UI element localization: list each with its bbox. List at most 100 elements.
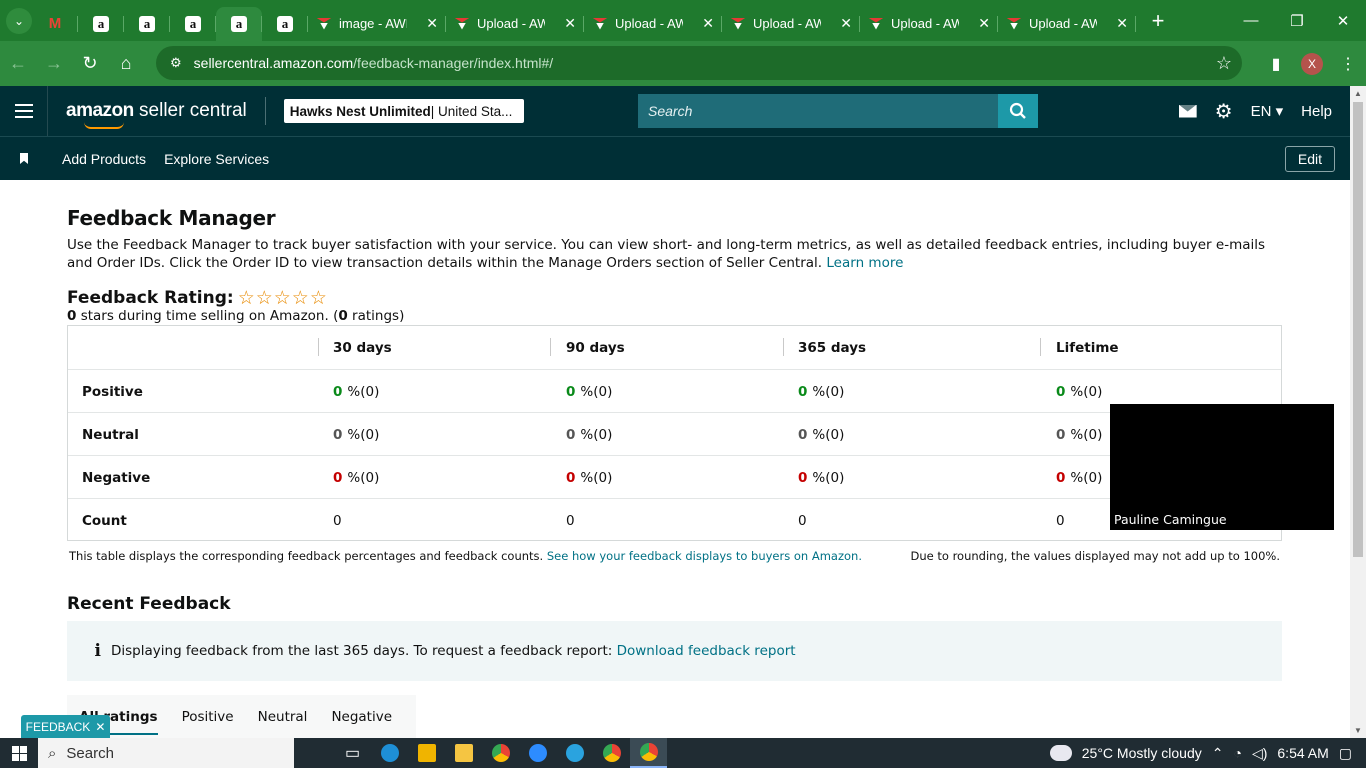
side-panel-icon[interactable]: ▮ (1258, 54, 1294, 74)
count-cell: 0 (1056, 512, 1065, 529)
amazon-icon: a (185, 15, 201, 32)
percent-cell: 0 %(0) (333, 426, 380, 443)
tab-negative[interactable]: Negative (331, 709, 392, 725)
browser-tab[interactable]: image - AWL ✕ (308, 7, 446, 41)
zoom-icon[interactable] (519, 738, 556, 768)
network-icon[interactable]: ◔ (1233, 745, 1241, 761)
tab-close-icon[interactable]: ✕ (840, 15, 852, 32)
telegram-icon[interactable] (556, 738, 593, 768)
scroll-thumb[interactable] (1353, 102, 1363, 557)
scroll-down-icon[interactable]: ▼ (1354, 726, 1362, 735)
amazon-icon: a (231, 15, 247, 32)
store-icon[interactable] (408, 738, 445, 768)
taskbar-search[interactable]: ⌕ Search (38, 738, 294, 768)
percent-cell: 0 %(0) (333, 469, 380, 486)
language-selector[interactable]: EN ▾ (1251, 102, 1284, 120)
file-explorer-icon[interactable] (445, 738, 482, 768)
chrome-active-icon[interactable] (630, 738, 667, 768)
row-label: Count (82, 512, 127, 529)
tab-search-icon[interactable]: ⌄ (6, 7, 32, 34)
tab-positive[interactable]: Positive (182, 709, 234, 725)
explore-services-link[interactable]: Explore Services (164, 151, 269, 167)
minimize-icon[interactable]: — (1228, 0, 1274, 41)
back-icon[interactable]: ← (0, 46, 36, 82)
address-bar[interactable]: ⚙ sellercentral.amazon.com/feedback-mana… (156, 46, 1242, 80)
tab-title: Upload - AW (615, 16, 683, 31)
task-view-icon[interactable]: ▭ (334, 738, 371, 768)
percent-cell: 0 %(0) (798, 469, 845, 486)
recent-feedback-title: Recent Feedback (67, 594, 231, 614)
column-header: Lifetime (1056, 339, 1119, 356)
close-window-icon[interactable]: ✕ (1320, 0, 1366, 41)
browser-tab[interactable]: Upload - AW ✕ (860, 7, 998, 41)
download-report-link[interactable]: Download feedback report (617, 643, 796, 659)
weather-text[interactable]: 25°C Mostly cloudy (1082, 745, 1202, 761)
close-icon[interactable]: ✕ (95, 720, 105, 734)
tab-close-icon[interactable]: ✕ (1116, 15, 1128, 32)
browser-menu-icon[interactable]: ⋮ (1330, 54, 1366, 74)
learn-more-link[interactable]: Learn more (826, 255, 903, 271)
info-icon: i (94, 641, 101, 661)
site-info-icon[interactable]: ⚙ (170, 55, 182, 71)
chrome-icon[interactable] (482, 738, 519, 768)
forward-icon[interactable]: → (36, 46, 72, 82)
chevron-up-icon[interactable]: ⌃ (1212, 745, 1224, 762)
restore-icon[interactable]: ❐ (1274, 0, 1320, 41)
speaker-icon[interactable]: ◁) (1252, 745, 1267, 762)
new-tab-button[interactable]: + (1144, 8, 1172, 34)
gear-icon[interactable]: ⚙ (1215, 99, 1233, 124)
column-header: 30 days (333, 339, 392, 356)
browser-tab[interactable]: a (170, 7, 216, 41)
browser-tab[interactable]: Upload - AW ✕ (998, 7, 1136, 41)
add-products-link[interactable]: Add Products (62, 151, 146, 167)
weather-icon[interactable] (1045, 741, 1072, 761)
store-picker[interactable]: Hawks Nest Unlimited | United Sta... (283, 99, 524, 123)
search-button[interactable] (998, 94, 1038, 128)
row-label: Positive (82, 383, 143, 400)
browser-tab[interactable]: a (78, 7, 124, 41)
help-link[interactable]: Help (1301, 103, 1332, 120)
notification-icon[interactable]: ▢ (1339, 745, 1352, 762)
tab-close-icon[interactable]: ✕ (978, 15, 990, 32)
edge-icon[interactable] (371, 738, 408, 768)
gmail-icon: M (48, 15, 62, 32)
tab-close-icon[interactable]: ✕ (564, 15, 576, 32)
reload-icon[interactable]: ↻ (72, 46, 108, 82)
start-button[interactable] (0, 745, 38, 761)
tab-close-icon[interactable]: ✕ (702, 15, 714, 32)
tab-close-icon[interactable]: ✕ (426, 15, 438, 32)
home-icon[interactable]: ⌂ (108, 46, 144, 82)
bookmark-star-icon[interactable]: ☆ (1216, 53, 1232, 74)
seller-central-header: amazon seller central Hawks Nest Unlimit… (0, 86, 1350, 136)
info-alert: i Displaying feedback from the last 365 … (67, 621, 1282, 681)
seller-central-logo[interactable]: amazon seller central (66, 100, 247, 129)
feedback-badge[interactable]: FEEDBACK ✕ (21, 715, 110, 738)
column-header: 90 days (566, 339, 625, 356)
edit-button[interactable]: Edit (1284, 146, 1335, 172)
table-header: 30 days 90 days 365 days Lifetime (68, 326, 1281, 369)
tab-neutral[interactable]: Neutral (258, 709, 308, 725)
tab-title: Upload - AW (891, 16, 959, 31)
mail-icon[interactable] (1178, 104, 1197, 118)
browser-tab[interactable]: M (32, 7, 78, 41)
chrome-profile-icon[interactable] (593, 738, 630, 768)
row-label: Negative (82, 469, 151, 486)
clock[interactable]: 6:54 AM (1277, 745, 1328, 761)
menu-icon[interactable] (0, 86, 48, 136)
search-input[interactable] (638, 94, 998, 128)
video-call-overlay[interactable]: Pauline Camingue (1110, 404, 1334, 530)
browser-tab[interactable]: Upload - AW ✕ (446, 7, 584, 41)
feedback-display-link[interactable]: See how your feedback displays to buyers… (547, 549, 862, 563)
bookmark-icon[interactable] (20, 153, 28, 164)
browser-tab[interactable]: a (124, 7, 170, 41)
browser-tab[interactable]: a (216, 6, 262, 41)
browser-tab[interactable]: Upload - AW ✕ (722, 7, 860, 41)
profile-avatar[interactable]: X (1301, 52, 1323, 75)
page-scrollbar[interactable]: ▲ ▼ (1350, 86, 1366, 738)
column-header: 365 days (798, 339, 867, 356)
amazon-icon: a (139, 15, 155, 32)
browser-tab[interactable]: Upload - AW ✕ (584, 7, 722, 41)
scroll-up-icon[interactable]: ▲ (1354, 89, 1362, 98)
percent-cell: 0 %(0) (333, 383, 380, 400)
browser-tab[interactable]: a (262, 7, 308, 41)
